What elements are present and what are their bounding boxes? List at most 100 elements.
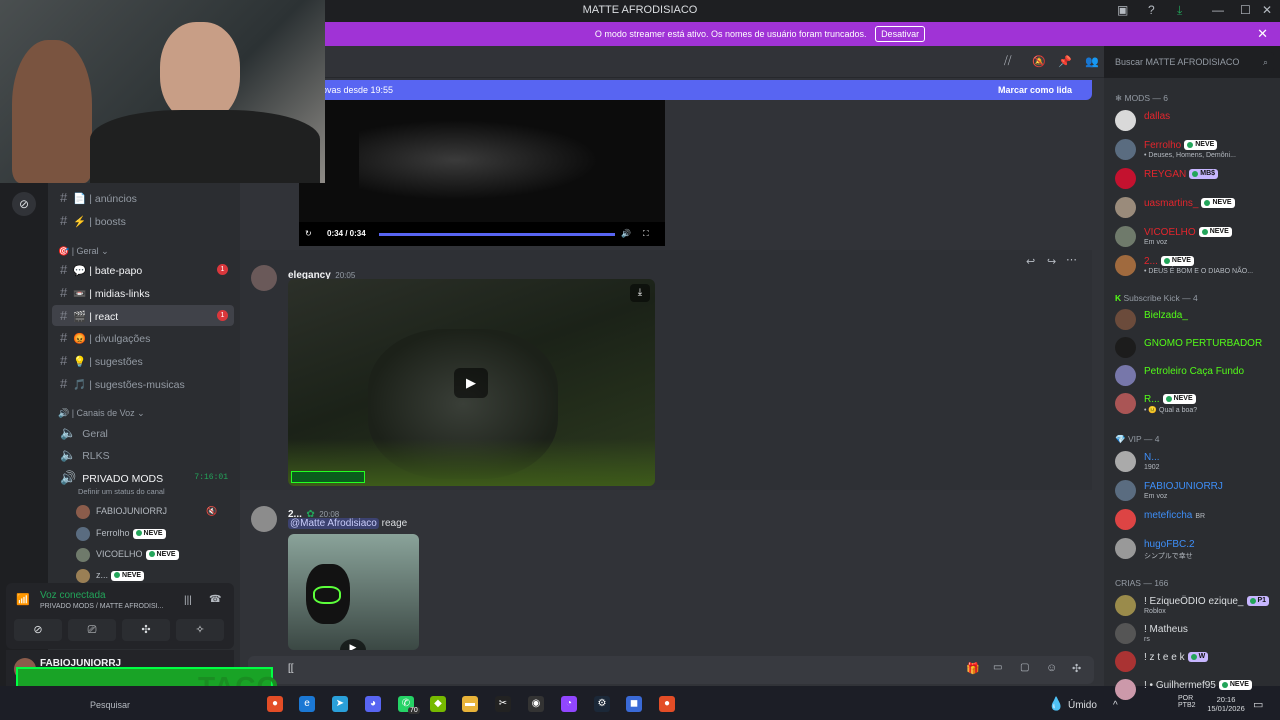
inbox-icon[interactable]: ▣ bbox=[1117, 3, 1128, 17]
replay-icon[interactable]: ↻ bbox=[305, 222, 312, 246]
mark-as-read-button[interactable]: Marcar como lida bbox=[998, 80, 1072, 100]
threads-icon[interactable]: ⧸⧸ bbox=[1004, 55, 1011, 68]
fullscreen-icon[interactable]: ⛶ bbox=[643, 222, 649, 246]
play-icon[interactable]: ▶ bbox=[454, 368, 488, 398]
telegram-icon[interactable]: ➤ bbox=[332, 696, 348, 712]
download-icon[interactable]: ⤓ bbox=[630, 284, 650, 302]
minimize-button[interactable]: — bbox=[1212, 3, 1224, 17]
voice-user[interactable]: z... NEVE bbox=[76, 566, 145, 584]
chrome-icon[interactable]: ● bbox=[267, 696, 283, 712]
more-icon[interactable]: ⋯ bbox=[1066, 253, 1077, 266]
discover-icon[interactable]: ⊘ bbox=[12, 192, 36, 216]
video-progress-bar[interactable] bbox=[379, 233, 615, 236]
member-row[interactable]: ! EziqueÖDIO ezique_ P1 Roblox bbox=[1115, 593, 1275, 619]
member-row[interactable]: ! • Guilhermef95 NEVE bbox=[1115, 677, 1275, 703]
member-row[interactable]: VICOELHO NEVE Em voz bbox=[1115, 224, 1275, 250]
member-row[interactable]: GNOMO PERTURBADOR bbox=[1115, 335, 1275, 361]
voice-user-name: z... bbox=[96, 570, 109, 580]
gift-icon[interactable]: 🎁 bbox=[966, 662, 980, 675]
app-icon[interactable]: ◼ bbox=[626, 696, 642, 712]
voice-channel-geral[interactable]: 🔈 Geral bbox=[52, 422, 234, 443]
mute-icon[interactable]: 🔕 bbox=[1032, 55, 1046, 68]
channel-sugestoes[interactable]: # 💡 | sugestões bbox=[52, 350, 234, 371]
member-row[interactable]: hugoFBC.2 シンプルで幸せ bbox=[1115, 536, 1275, 562]
member-row[interactable]: uasmartins_ NEVE bbox=[1115, 195, 1275, 221]
member-row[interactable]: REYGAN MB$ bbox=[1115, 166, 1275, 192]
member-row[interactable]: meteficcha BR bbox=[1115, 507, 1275, 533]
emoji-icon[interactable]: ☺ bbox=[1046, 662, 1057, 674]
channel-react[interactable]: # 🎬 | react 1 bbox=[52, 305, 234, 326]
channel-midias-links[interactable]: # 📼 | midias-links bbox=[52, 282, 234, 303]
channel-bate-papo[interactable]: # 💬 | bate-papo 1 bbox=[52, 259, 234, 280]
voice-channel-rlks[interactable]: 🔈 RLKS bbox=[52, 444, 234, 465]
reply-icon[interactable]: ↩ bbox=[1026, 255, 1035, 268]
video-player[interactable]: ↻ 0:34 / 0:34 🔊 ⛶ bbox=[299, 100, 665, 246]
member-row[interactable]: Ferrolho NEVE • Deuses, Homens, Demôni... bbox=[1115, 137, 1275, 163]
disconnect-icon[interactable]: ☎ bbox=[209, 594, 221, 605]
noise-suppression-icon[interactable]: ||| bbox=[184, 595, 192, 606]
avatar[interactable] bbox=[251, 506, 277, 532]
channel-divulgacoes[interactable]: # 😡 | divulgações bbox=[52, 327, 234, 348]
avatar[interactable] bbox=[251, 265, 277, 291]
new-messages-bar[interactable]: ovas desde 19:55 Marcar como lida bbox=[300, 80, 1092, 100]
weather-icon[interactable]: 💧 bbox=[1048, 696, 1064, 712]
member-row[interactable]: N... 1902 bbox=[1115, 449, 1275, 475]
channel-announcements[interactable]: # 📄 | anúncios bbox=[52, 187, 234, 208]
close-window-button[interactable]: ✕ bbox=[1262, 3, 1272, 17]
chrome-icon[interactable]: ● bbox=[659, 696, 675, 712]
close-banner-icon[interactable]: ✕ bbox=[1257, 22, 1268, 46]
member-row[interactable]: 2... NEVE • DEUS É BOM E O DIABO NÃO... bbox=[1115, 253, 1275, 279]
camera-off-button[interactable]: ⊘ bbox=[14, 619, 62, 641]
member-row[interactable]: ! z t e e kW bbox=[1115, 649, 1275, 675]
capcut-icon[interactable]: ✂ bbox=[495, 696, 511, 712]
voice-user[interactable]: VICOELHO NEVE bbox=[76, 545, 179, 563]
signal-icon[interactable]: 📶 bbox=[16, 593, 30, 606]
members-icon[interactable]: 👥 bbox=[1085, 55, 1099, 68]
activities-button[interactable]: ✣ bbox=[122, 619, 170, 641]
forward-icon[interactable]: ↪ bbox=[1047, 255, 1056, 268]
user-mention[interactable]: @Matte Afrodisiaco bbox=[288, 518, 379, 529]
image-attachment[interactable]: ▶ bbox=[288, 534, 419, 650]
video-attachment[interactable]: ▶ ⤓ bbox=[288, 279, 655, 486]
pin-icon[interactable]: 📌 bbox=[1058, 55, 1072, 68]
gif-icon[interactable]: ▭ bbox=[993, 662, 1002, 673]
search-input[interactable]: Buscar MATTE AFRODISIACO ⌕ bbox=[1110, 52, 1274, 72]
steam-icon[interactable]: ⚙ bbox=[594, 696, 610, 712]
disable-streamer-button[interactable]: Desativar bbox=[875, 26, 926, 42]
apps-icon[interactable]: ✣ bbox=[1072, 662, 1081, 675]
download-icon[interactable]: ⤓ bbox=[1177, 3, 1182, 18]
member-row[interactable]: ! Matheus rs bbox=[1115, 621, 1275, 647]
member-row[interactable]: R... NEVE • 😐 Qual a boa? bbox=[1115, 391, 1275, 417]
twitch-icon[interactable]: ◔ bbox=[561, 696, 577, 712]
screen-share-button[interactable]: ⎚ bbox=[68, 619, 116, 641]
sticker-icon[interactable]: ▢ bbox=[1020, 662, 1029, 673]
help-icon[interactable]: ? bbox=[1148, 3, 1155, 17]
message-composer[interactable]: [[ 🎁 ▭ ▢ ☺ ✣ bbox=[248, 656, 1094, 684]
member-row[interactable]: Petroleiro Caça Fundo bbox=[1115, 363, 1275, 389]
member-row[interactable]: FABIOJUNIORRJ Em voz bbox=[1115, 478, 1275, 504]
channel-status[interactable]: Definir um status do canal bbox=[78, 487, 165, 496]
member-row[interactable]: dallas bbox=[1115, 108, 1275, 134]
nvidia-icon[interactable]: ◆ bbox=[430, 696, 446, 712]
maximize-button[interactable]: ☐ bbox=[1240, 3, 1251, 17]
voice-user[interactable]: FABIOJUNIORRJ 🔇 bbox=[76, 502, 217, 520]
discord-icon[interactable]: ◕ bbox=[365, 696, 381, 712]
soundboard-button[interactable]: ✧ bbox=[176, 619, 224, 641]
voice-channel-privado-mods[interactable]: 🔊 PRIVADO MODS 7:16:01 bbox=[52, 467, 234, 488]
channel-boosts[interactable]: # ⚡ | boosts bbox=[52, 210, 234, 231]
explorer-icon[interactable]: ▬ bbox=[462, 696, 478, 712]
edge-icon[interactable]: e bbox=[299, 696, 315, 712]
voice-user[interactable]: Ferrolho NEVE bbox=[76, 524, 166, 542]
category-voice[interactable]: 🔊 | Canais de Voz ⌄ bbox=[58, 408, 145, 419]
channel-sugestoes-musicas[interactable]: # 🎵 | sugestões-musicas bbox=[52, 373, 234, 394]
weather-text[interactable]: Úmido bbox=[1068, 700, 1097, 711]
category-geral[interactable]: 🎯 | Geral ⌄ bbox=[58, 246, 109, 257]
obs-icon[interactable]: ◉ bbox=[528, 696, 544, 712]
taskbar-search[interactable]: Pesquisar bbox=[90, 700, 130, 710]
volume-icon[interactable]: 🔊 bbox=[621, 222, 631, 246]
composer-input[interactable]: [[ bbox=[288, 663, 294, 674]
message-text: reage bbox=[381, 518, 408, 529]
avatar bbox=[1115, 255, 1136, 276]
member-row[interactable]: Bielzada_ bbox=[1115, 307, 1275, 333]
voice-connected-subtitle[interactable]: PRIVADO MODS / MATTE AFRODISI... bbox=[40, 603, 163, 610]
